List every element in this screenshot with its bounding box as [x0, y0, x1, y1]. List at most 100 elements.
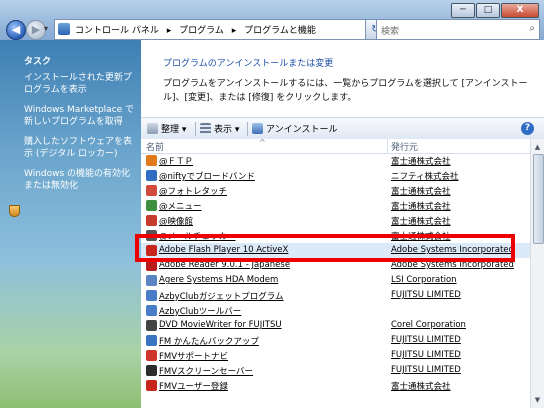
- task-link-windows-features[interactable]: Windows の機能の有効化または無効化: [24, 168, 136, 192]
- program-row[interactable]: FMVスクリーンセーバー FUJITSU LIMITED: [141, 363, 530, 378]
- breadcrumb-separator[interactable]: ▸: [167, 26, 172, 36]
- scrollbar-thumb[interactable]: [533, 154, 544, 244]
- program-publisher[interactable]: LSI Corporation: [391, 275, 457, 285]
- program-row[interactable]: @映像館 富士通株式会社: [141, 213, 530, 228]
- column-divider[interactable]: [387, 139, 388, 153]
- view-label: 表示 ▾: [214, 125, 240, 135]
- program-icon: [146, 305, 157, 316]
- program-icon: [146, 170, 157, 181]
- program-row[interactable]: AzbyClubガジェットプログラム FUJITSU LIMITED: [141, 288, 530, 303]
- scroll-up-icon[interactable]: ▲: [532, 141, 543, 153]
- program-name[interactable]: FMVスクリーンセーバー: [159, 365, 253, 377]
- vertical-scrollbar[interactable]: ▲ ▼: [530, 139, 544, 408]
- program-row[interactable]: FMVユーザー登録 富士通株式会社: [141, 378, 530, 393]
- back-button[interactable]: ◀: [6, 20, 26, 40]
- task-pane-title: タスク: [24, 57, 52, 67]
- program-name[interactable]: @フォトレタッチ: [159, 185, 227, 197]
- organize-button[interactable]: 整理 ▾: [147, 122, 186, 135]
- program-icon: [146, 365, 157, 376]
- program-icon: [146, 320, 157, 331]
- program-publisher[interactable]: FUJITSU LIMITED: [391, 290, 461, 300]
- column-publisher[interactable]: 発行元: [391, 140, 418, 153]
- program-row[interactable]: AzbyClubツールバー: [141, 303, 530, 318]
- program-row[interactable]: Agere Systems HDA Modem LSI Corporation: [141, 273, 530, 288]
- breadcrumb-control-panel[interactable]: コントロール パネル: [75, 26, 159, 36]
- breadcrumb[interactable]: コントロール パネル ▸ プログラム ▸ プログラムと機能: [75, 23, 321, 36]
- uninstall-label: アンインストール: [266, 125, 338, 135]
- task-link-view-updates[interactable]: インストールされた更新プログラムを表示: [24, 72, 136, 96]
- program-name[interactable]: Agere Systems HDA Modem: [159, 275, 278, 285]
- control-panel-icon: [58, 23, 70, 35]
- program-publisher[interactable]: 富士通株式会社: [391, 215, 451, 227]
- program-publisher[interactable]: FUJITSU LIMITED: [391, 335, 461, 345]
- search-placeholder: 検索: [381, 27, 400, 37]
- program-icon: [146, 215, 157, 226]
- toolbar-divider: [195, 122, 196, 136]
- view-button[interactable]: 表示 ▾: [200, 122, 239, 135]
- breadcrumb-programs[interactable]: プログラム: [179, 26, 224, 36]
- program-name[interactable]: DVD MovieWriter for FUJITSU: [159, 320, 282, 330]
- main-pane: プログラムのアンインストールまたは変更 プログラムをアンインストールするには、一…: [141, 40, 544, 408]
- program-publisher[interactable]: 富士通株式会社: [391, 380, 451, 392]
- window-controls: ─ □ X: [450, 3, 539, 18]
- program-publisher[interactable]: ニフティ株式会社: [391, 170, 459, 182]
- help-icon[interactable]: ?: [521, 122, 534, 135]
- search-input[interactable]: 検索 ⌕: [376, 19, 540, 40]
- toolbar-divider: [247, 122, 248, 136]
- program-publisher[interactable]: FUJITSU LIMITED: [391, 350, 461, 360]
- program-icon: [146, 335, 157, 346]
- program-name[interactable]: AzbyClubツールバー: [159, 305, 241, 317]
- program-row[interactable]: FM かんたんバックアップ FUJITSU LIMITED: [141, 333, 530, 348]
- program-icon: [146, 290, 157, 301]
- program-publisher[interactable]: 富士通株式会社: [391, 185, 451, 197]
- task-pane: タスク インストールされた更新プログラムを表示 Windows Marketpl…: [0, 40, 141, 408]
- program-publisher[interactable]: Corel Corporation: [391, 320, 466, 330]
- scroll-down-icon[interactable]: ▼: [532, 394, 543, 406]
- program-row[interactable]: FMVサポートナビ FUJITSU LIMITED: [141, 348, 530, 363]
- shield-icon: [9, 205, 20, 217]
- sort-arrow-icon: ^: [259, 138, 266, 147]
- program-row[interactable]: @メニュー 富士通株式会社: [141, 198, 530, 213]
- command-bar: 整理 ▾ 表示 ▾ アンインストール ?: [141, 117, 544, 140]
- program-name[interactable]: AzbyClubガジェットプログラム: [159, 290, 284, 302]
- program-name[interactable]: @ＦＴＰ: [159, 155, 193, 167]
- breadcrumb-separator[interactable]: ▸: [232, 26, 237, 36]
- program-name[interactable]: FMVサポートナビ: [159, 350, 228, 362]
- breadcrumb-programs-features[interactable]: プログラムと機能: [244, 26, 316, 36]
- program-name[interactable]: @niftyでブロードバンド: [159, 170, 255, 182]
- views-icon: [200, 123, 211, 134]
- program-row[interactable]: DVD MovieWriter for FUJITSU Corel Corpor…: [141, 318, 530, 333]
- uninstall-icon: [252, 123, 263, 134]
- program-row[interactable]: @フォトレタッチ 富士通株式会社: [141, 183, 530, 198]
- page-title: プログラムのアンインストールまたは変更: [163, 59, 334, 69]
- close-button[interactable]: X: [501, 3, 539, 18]
- organize-label: 整理 ▾: [161, 125, 187, 135]
- program-name[interactable]: @映像館: [159, 215, 193, 227]
- search-icon[interactable]: ⌕: [529, 23, 535, 34]
- program-icon: [146, 200, 157, 211]
- task-link-marketplace[interactable]: Windows Marketplace で新しいプログラムを取得: [24, 104, 136, 128]
- program-icon: [146, 155, 157, 166]
- program-name[interactable]: FMVユーザー登録: [159, 380, 228, 392]
- program-publisher[interactable]: FUJITSU LIMITED: [391, 365, 461, 375]
- chevron-down-icon[interactable]: ▾: [44, 24, 48, 33]
- program-list: @ＦＴＰ 富士通株式会社 @niftyでブロードバンド ニフティ株式会社 @フォ…: [141, 153, 530, 408]
- organize-icon: [147, 123, 158, 134]
- task-link-digital-locker[interactable]: 購入したソフトウェアを表示 (デジタル ロッカー): [24, 136, 136, 160]
- minimize-button[interactable]: ─: [451, 3, 475, 18]
- forward-button[interactable]: ▶: [26, 20, 46, 40]
- uninstall-button[interactable]: アンインストール: [252, 122, 337, 135]
- page-description: プログラムをアンインストールするには、一覧からプログラムを選択して [アンインス…: [163, 79, 528, 103]
- program-name[interactable]: FM かんたんバックアップ: [159, 335, 259, 347]
- program-row[interactable]: @niftyでブロードバンド ニフティ株式会社: [141, 168, 530, 183]
- highlight-frame: [135, 234, 515, 262]
- program-icon: [146, 275, 157, 286]
- program-row[interactable]: @ＦＴＰ 富士通株式会社: [141, 153, 530, 168]
- program-name[interactable]: @メニュー: [159, 200, 202, 212]
- title-bar: ─ □ X ◀ ▶ ▾ コントロール パネル ▸ プログラム ▸ プログラムと機…: [0, 0, 544, 40]
- maximize-button[interactable]: □: [476, 3, 500, 18]
- address-bar[interactable]: コントロール パネル ▸ プログラム ▸ プログラムと機能: [54, 19, 366, 40]
- program-publisher[interactable]: 富士通株式会社: [391, 200, 451, 212]
- column-name[interactable]: 名前: [146, 140, 164, 153]
- program-publisher[interactable]: 富士通株式会社: [391, 155, 451, 167]
